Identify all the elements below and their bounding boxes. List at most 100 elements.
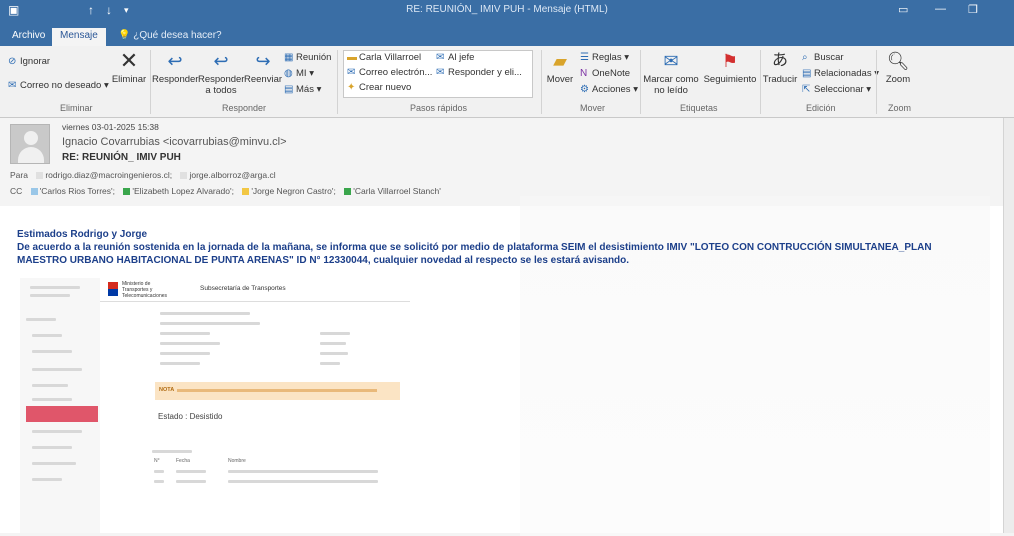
select-icon: ⇱: [802, 84, 811, 95]
contact-chip: [123, 188, 131, 196]
im-icon: ◍: [284, 68, 293, 79]
forward-mail-icon: ✉: [436, 52, 445, 63]
quickstep-responder-eliminar[interactable]: ✉ Responder y eli...: [436, 67, 522, 78]
message-body: Estimados Rodrigo y Jorge De acuerdo a l…: [0, 196, 1014, 536]
ministry-name: Ministerio de Transportes y Telecomunica…: [122, 281, 168, 299]
separator: [150, 50, 151, 114]
separator: [640, 50, 641, 114]
ribbon-tabs: Archivo Mensaje 💡 ¿Qué desea hacer?: [0, 22, 1014, 46]
message-header: viernes 03-01-2025 15:38 Ignacio Covarru…: [0, 118, 1014, 206]
group-label-eliminar: Eliminar: [60, 103, 93, 113]
eliminar-button[interactable]: ✕ Eliminar: [108, 48, 150, 86]
to-label: Para: [10, 170, 28, 180]
nota-label: NOTA: [159, 387, 175, 393]
zoom-button[interactable]: 🔍︎ Zoom: [880, 50, 916, 85]
unread-mail-icon: ✉: [663, 51, 679, 71]
group-label-edicion: Edición: [806, 103, 836, 113]
message-text: Estimados Rodrigo y Jorge De acuerdo a l…: [17, 228, 967, 267]
embedded-screenshot: Ministerio de Transportes y Telecomunica…: [20, 278, 410, 533]
cc-recipient[interactable]: 'Elizabeth Lopez Alvarado': [132, 186, 231, 196]
delete-x-icon: ✕: [119, 48, 139, 73]
folder-icon: ▬: [347, 52, 357, 63]
group-label-mover: Mover: [580, 103, 606, 113]
contact-chip: [242, 188, 250, 196]
flag-icon: ⚑: [721, 51, 739, 71]
tell-me-box[interactable]: 💡 ¿Qué desea hacer?: [118, 30, 222, 41]
cc-line: CC 'Carlos Rios Torres'; 'Elizabeth Lope…: [10, 186, 441, 196]
cc-recipient[interactable]: 'Jorge Negron Castro': [251, 186, 333, 196]
more-icon: ▤: [284, 84, 294, 95]
separator: [541, 50, 542, 114]
title-bar: ▣ ↑ ↓ ▾ RE: REUNIÓN_ IMIV PUH - Mensaje …: [0, 0, 1014, 22]
embedded-note-box: NOTA: [155, 382, 400, 400]
sent-date: viernes 03-01-2025 15:38: [62, 122, 159, 132]
rules-icon: ☰: [580, 52, 589, 63]
cc-label: CC: [10, 186, 23, 196]
vertical-scrollbar[interactable]: [1003, 118, 1014, 533]
mover-button[interactable]: ▰ Mover: [543, 50, 577, 85]
acciones-button[interactable]: ⚙ Acciones ▾: [580, 84, 638, 95]
embedded-estado: Estado : Desistido: [158, 412, 223, 421]
magnifier-icon: 🔍︎: [886, 51, 910, 71]
subject: RE: REUNIÓN_ IMIV PUH: [62, 152, 181, 163]
responder-todos-button[interactable]: ↩ Responder a todos: [198, 50, 244, 96]
embedded-active-menu: [26, 406, 98, 422]
greeting: Estimados Rodrigo y Jorge: [17, 229, 148, 240]
to-line: Para rodrigo.diaz@macroingenieros.cl; jo…: [10, 170, 276, 180]
separator: [760, 50, 761, 114]
ribbon: ⊘ Ignorar ✉ Correo no deseado ▾ ✕ Eliminar …: [0, 46, 1014, 118]
cc-recipient[interactable]: 'Carla Villarroel Stanch': [353, 186, 441, 196]
estado-value: Desistido: [189, 412, 223, 421]
avatar: [10, 124, 50, 164]
forward-icon: ↪: [255, 51, 271, 71]
mas-button[interactable]: ▤ Más ▾: [284, 84, 321, 95]
subsecretaria-name: Subsecretaría de Transportes: [200, 285, 286, 292]
related-icon: ▤: [802, 68, 812, 79]
quickstep-crear-nuevo[interactable]: ✦ Crear nuevo: [347, 82, 411, 93]
tab-mensaje[interactable]: Mensaje: [52, 28, 106, 46]
translate-icon: あ: [771, 52, 788, 69]
separator: [876, 50, 877, 114]
junk-icon: ✉: [8, 80, 17, 91]
move-folder-icon: ▰: [553, 51, 567, 71]
to-recipient[interactable]: jorge.alborroz@arga.cl: [189, 170, 275, 180]
traducir-button[interactable]: あ Traducir: [762, 50, 798, 85]
reply-delete-icon: ✉: [436, 67, 445, 78]
reglas-button[interactable]: ☰ Reglas ▾: [580, 52, 629, 63]
buscar-button[interactable]: ⌕ Buscar: [802, 52, 844, 63]
seguimiento-button[interactable]: ⚑ Seguimiento: [702, 50, 758, 85]
maximize-icon[interactable]: ❐: [968, 3, 978, 16]
contact-chip: [30, 188, 38, 196]
lightbulb-icon: 💡: [118, 30, 134, 41]
reunion-button[interactable]: ▦ Reunión: [284, 52, 331, 63]
group-label-zoom: Zoom: [888, 103, 912, 113]
window-title: RE: REUNIÓN_ IMIV PUH - Mensaje (HTML): [406, 4, 608, 15]
tab-archivo[interactable]: Archivo: [4, 28, 53, 46]
reply-icon: ↩: [167, 51, 183, 71]
mi-button[interactable]: ◍ MI ▾: [284, 68, 314, 79]
mail-icon: ✉: [347, 67, 356, 78]
chile-flag-icon: [108, 282, 118, 296]
embedded-main: [100, 278, 410, 533]
quickstep-al-jefe[interactable]: ✉ Al jefe: [436, 52, 474, 63]
ribbon-options-icon[interactable]: ▭: [898, 3, 908, 16]
seleccionar-button[interactable]: ⇱ Seleccionar ▾: [802, 84, 871, 95]
ignore-icon: ⊘: [8, 56, 17, 67]
actions-icon: ⚙: [580, 84, 589, 95]
ignorar-button[interactable]: ⊘ Ignorar: [8, 56, 50, 67]
responder-button[interactable]: ↩ Responder: [152, 50, 198, 85]
new-icon: ✦: [347, 82, 356, 93]
to-recipient[interactable]: rodrigo.diaz@macroingenieros.cl: [45, 170, 169, 180]
relacionadas-button[interactable]: ▤Relacionadas ▾: [802, 68, 879, 79]
onenote-icon: N: [580, 68, 588, 79]
marcar-no-leido-button[interactable]: ✉ Marcar como no leído: [643, 50, 699, 96]
quickstep-correo[interactable]: ✉ Correo electrón...: [347, 67, 432, 78]
sender[interactable]: Ignacio Covarrubias <icovarrubias@minvu.…: [62, 136, 287, 148]
correo-no-deseado-button[interactable]: ✉ Correo no deseado ▾: [8, 80, 109, 91]
minimize-icon[interactable]: —: [935, 3, 946, 15]
cc-recipient[interactable]: 'Carlos Rios Torres': [40, 186, 113, 196]
reenviar-button[interactable]: ↪ Reenviar: [244, 50, 282, 85]
contact-chip: [36, 172, 44, 180]
quickstep-carla[interactable]: ▬ Carla Villarroel: [347, 52, 421, 63]
onenote-button[interactable]: N OneNote: [580, 68, 630, 79]
